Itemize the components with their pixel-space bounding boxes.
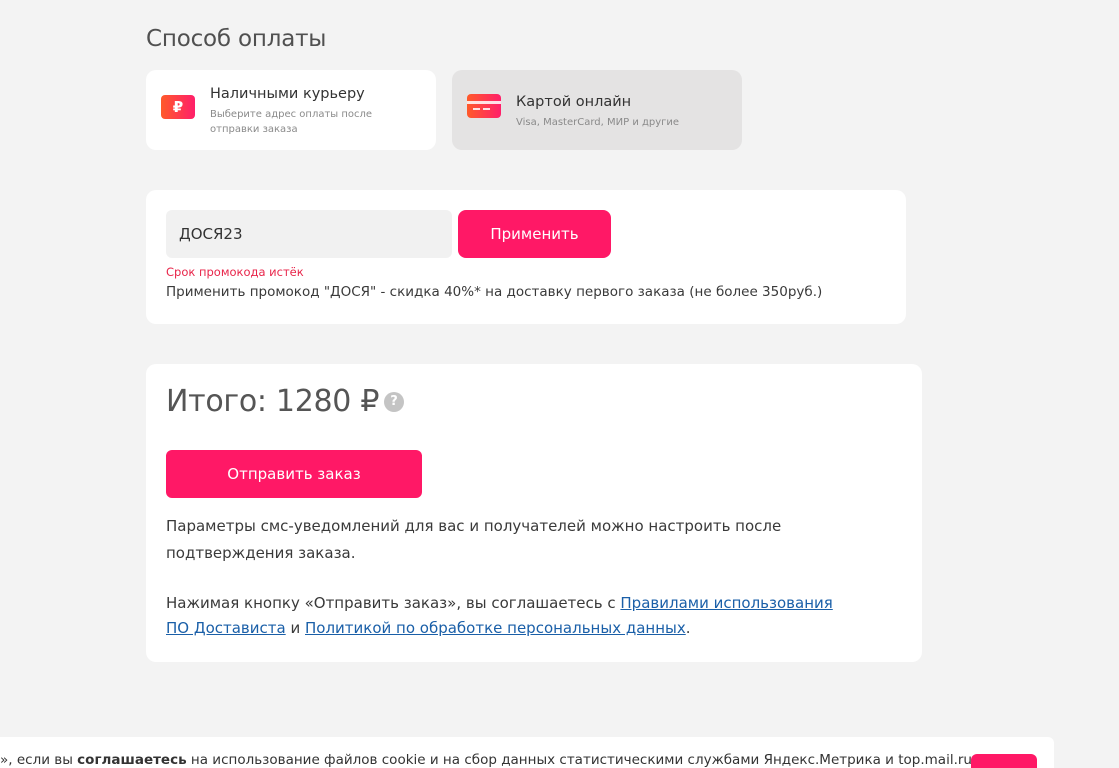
- terms-agreement-prefix: Нажимая кнопку «Отправить заказ», вы сог…: [166, 594, 621, 612]
- payment-option-label: Картой онлайн: [516, 94, 632, 110]
- cookie-text-bold: соглашаетесь: [77, 752, 187, 768]
- cookie-accept-button[interactable]: [971, 754, 1037, 768]
- sms-settings-note: Параметры смс-уведомлений для вас и полу…: [166, 517, 782, 562]
- payment-option-subtitle: Visa, MasterCard, МИР и другие: [516, 117, 680, 128]
- payment-method-title: Способ оплаты: [146, 26, 327, 52]
- payment-option-label: Наличными курьеру: [210, 86, 365, 102]
- payment-option-cash[interactable]: ₽ Наличными курьеру Выберите адрес оплат…: [146, 70, 436, 150]
- privacy-policy-link[interactable]: Политикой по обработке персональных данн…: [305, 619, 686, 637]
- promo-code-card: Применить Срок промокода истёк Применить…: [146, 190, 906, 324]
- payment-option-subtitle: Выберите адрес оплаты после отправки зак…: [210, 109, 373, 135]
- question-icon[interactable]: ?: [384, 392, 404, 412]
- promo-code-input[interactable]: [166, 210, 452, 258]
- payment-option-card-online[interactable]: Картой онлайн Visa, MasterCard, МИР и др…: [452, 70, 742, 150]
- terms-agreement: Нажимая кнопку «Отправить заказ», вы сог…: [166, 591, 846, 641]
- cookie-text-prefix: », если вы: [0, 752, 78, 768]
- cookie-banner-text: », если вы соглашаетесь на использование…: [0, 752, 972, 768]
- apply-promo-button[interactable]: Применить: [458, 210, 611, 258]
- promo-error-message: Срок промокода истёк: [166, 265, 304, 279]
- terms-agreement-suffix: .: [685, 619, 691, 637]
- ruble-icon: ₽: [161, 95, 195, 119]
- credit-card-icon: [467, 94, 501, 118]
- order-total-card: Итого: 1280 ₽ ? Отправить заказ Параметр…: [146, 364, 922, 662]
- terms-agreement-and: и: [285, 619, 305, 637]
- promo-hint: Применить промокод "ДОСЯ" - скидка 40%* …: [166, 284, 823, 300]
- cookie-text-suffix: на использование файлов cookie и на сбор…: [186, 752, 972, 768]
- cookie-banner: », если вы соглашаетесь на использование…: [0, 737, 1054, 768]
- order-total: Итого: 1280 ₽: [166, 384, 380, 419]
- submit-order-button[interactable]: Отправить заказ: [166, 450, 422, 498]
